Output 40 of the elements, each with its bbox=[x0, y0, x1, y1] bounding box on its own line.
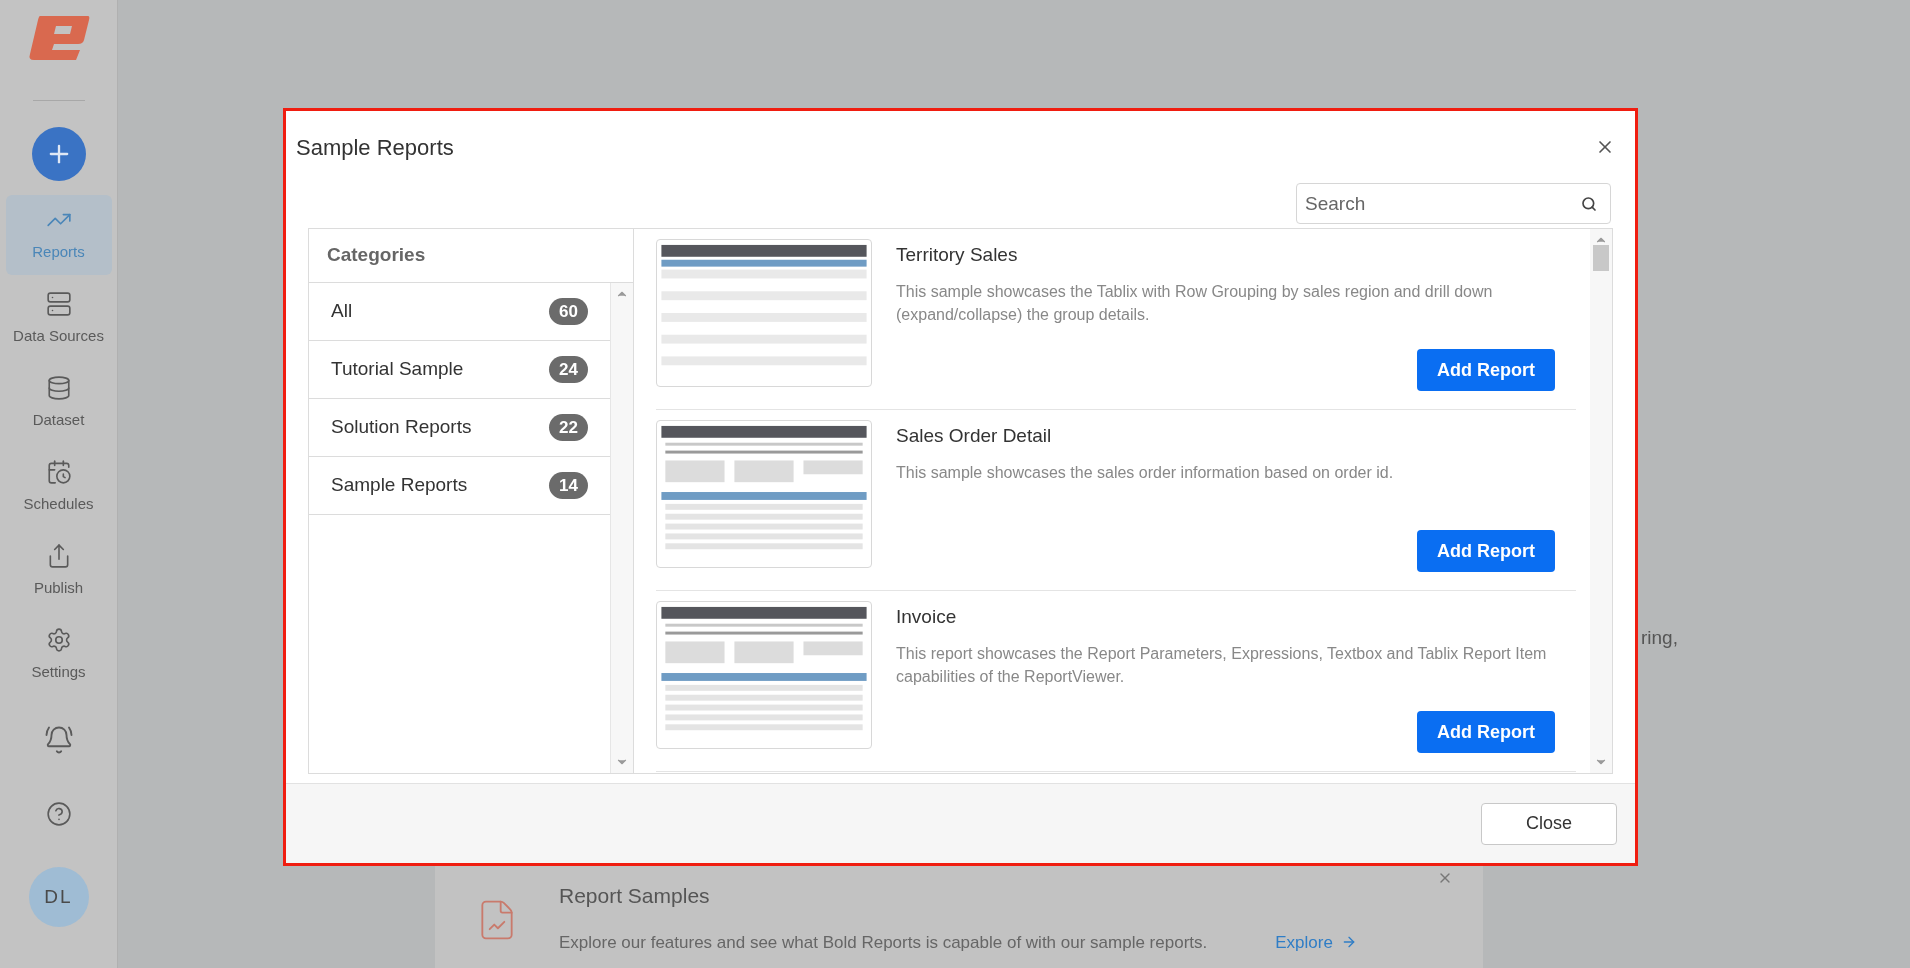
count-badge: 60 bbox=[549, 298, 588, 325]
count-badge: 24 bbox=[549, 356, 588, 383]
categories-heading: Categories bbox=[327, 243, 426, 268]
report-description: This sample showcases the Tablix with Row Grouping by sales region and drill down (expand/collapse) the group details. bbox=[896, 281, 1494, 325]
search-icon[interactable] bbox=[1581, 196, 1597, 212]
sidebar-item[interactable]: Dataset bbox=[5, 363, 112, 443]
help-icon[interactable] bbox=[45, 801, 72, 827]
database-icon bbox=[45, 374, 72, 401]
background-text: ring, bbox=[1641, 626, 1678, 650]
avatar[interactable]: DL bbox=[28, 867, 89, 927]
dialog-title: Sample Reports bbox=[296, 133, 454, 162]
add-report-button[interactable]: Add Report bbox=[1417, 530, 1555, 572]
report-title: Territory Sales bbox=[896, 243, 1019, 267]
category-item[interactable]: All 60 bbox=[309, 283, 610, 341]
calendar-clock-icon bbox=[45, 458, 72, 485]
card-title: Report Samples bbox=[559, 883, 711, 909]
sidebar-item[interactable]: Publish bbox=[5, 531, 112, 611]
count-badge: 14 bbox=[549, 472, 588, 499]
notification-bell-icon[interactable] bbox=[43, 725, 74, 755]
explore-link[interactable]: Explore bbox=[1275, 929, 1357, 955]
settings-icon bbox=[45, 626, 72, 653]
add-report-button[interactable]: Add Report bbox=[1417, 349, 1555, 391]
sidebar-item[interactable]: Settings bbox=[5, 615, 112, 695]
sidebar-item[interactable]: Data Sources bbox=[5, 279, 112, 359]
card-description: Explore our features and see what Bold Reports is capable of with our sample reports. bbox=[559, 931, 1208, 954]
count-badge: 22 bbox=[549, 414, 588, 441]
category-item[interactable]: Solution Reports 22 bbox=[309, 399, 610, 457]
category-item[interactable]: Sample Reports 14 bbox=[309, 457, 610, 515]
report-description: This sample showcases the sales order information based on order id. bbox=[896, 462, 1395, 483]
category-item[interactable]: Tutorial Sample 24 bbox=[309, 341, 610, 399]
sidebar-item[interactable]: Schedules bbox=[5, 447, 112, 527]
report-title: Invoice bbox=[896, 605, 958, 629]
close-button[interactable]: Close bbox=[1481, 802, 1617, 845]
report-title: Sales Order Detail bbox=[896, 424, 1053, 448]
add-report-button[interactable]: Add Report bbox=[1417, 711, 1555, 753]
report-description: This report showcases the Report Parameters, Expressions, Textbox and Tablix Report Item capabilities of the ReportViewer. bbox=[896, 643, 1548, 687]
scrollbar-thumb[interactable] bbox=[1593, 245, 1609, 271]
add-button[interactable] bbox=[31, 127, 86, 181]
search-field[interactable]: Search bbox=[1296, 183, 1611, 224]
server-icon bbox=[45, 290, 72, 317]
